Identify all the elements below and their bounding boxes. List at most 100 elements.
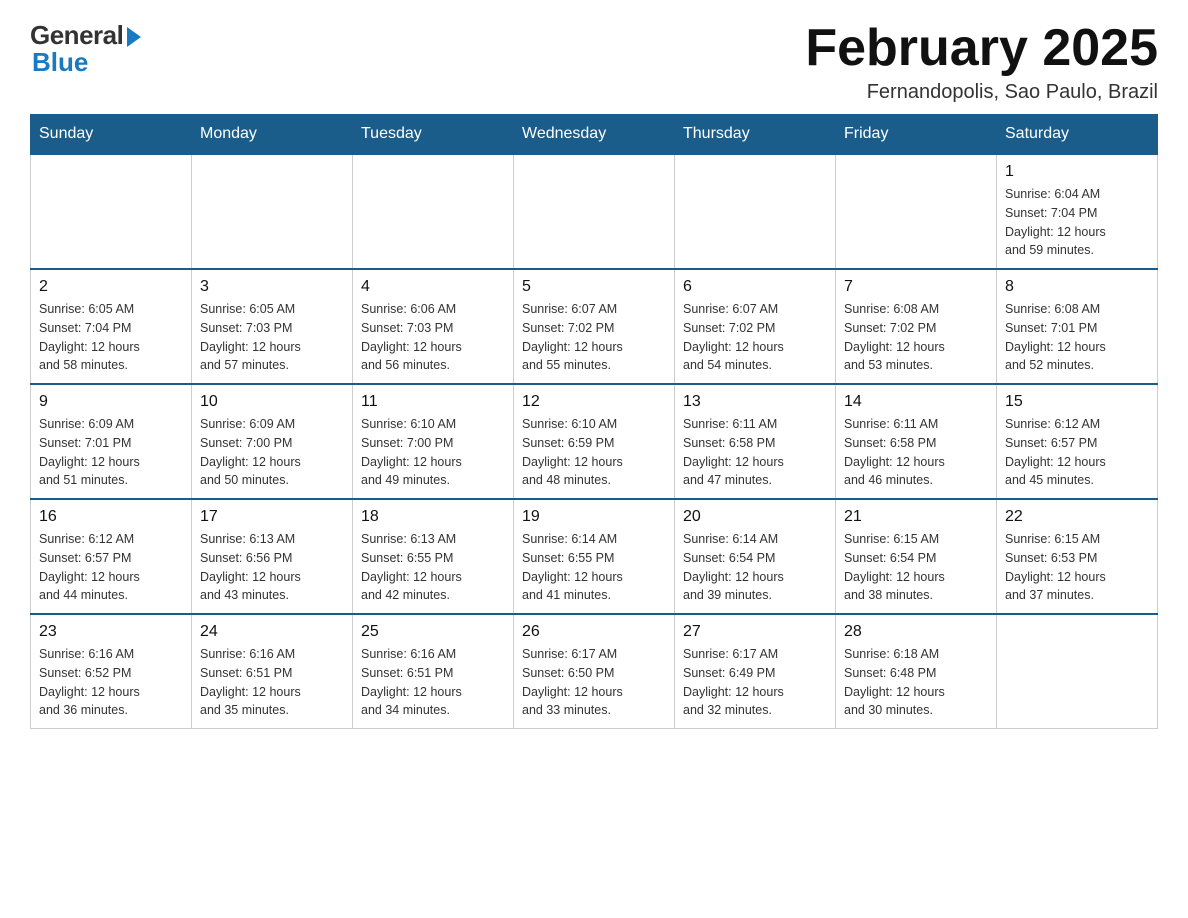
day-info: Sunrise: 6:16 AM Sunset: 6:52 PM Dayligh…: [39, 645, 183, 720]
calendar-cell: 13 Sunrise: 6:11 AM Sunset: 6:58 PM Dayli…: [675, 384, 836, 499]
day-number: 15: [1005, 393, 1149, 411]
calendar-cell: 7 Sunrise: 6:08 AM Sunset: 7:02 PM Daylig…: [836, 269, 997, 384]
day-info: Sunrise: 6:10 AM Sunset: 7:00 PM Dayligh…: [361, 415, 505, 490]
day-info: Sunrise: 6:07 AM Sunset: 7:02 PM Dayligh…: [522, 300, 666, 375]
day-number: 20: [683, 508, 827, 526]
calendar-cell: 9 Sunrise: 6:09 AM Sunset: 7:01 PM Daylig…: [31, 384, 192, 499]
calendar-cell: 11Sunrise: 6:10 AM Sunset: 7:00 PM Dayli…: [353, 384, 514, 499]
day-number: 10: [200, 393, 344, 411]
weekday-header-sunday: Sunday: [31, 115, 192, 155]
calendar-cell: [353, 154, 514, 269]
calendar-cell: 5 Sunrise: 6:07 AM Sunset: 7:02 PM Daylig…: [514, 269, 675, 384]
calendar-cell: 21 Sunrise: 6:15 AM Sunset: 6:54 PM Dayli…: [836, 499, 997, 614]
calendar-cell: [514, 154, 675, 269]
calendar-cell: [997, 614, 1158, 729]
calendar-cell: 17 Sunrise: 6:13 AM Sunset: 6:56 PM Dayli…: [192, 499, 353, 614]
day-number: 4: [361, 278, 505, 296]
day-info: Sunrise: 6:17 AM Sunset: 6:50 PM Dayligh…: [522, 645, 666, 720]
day-number: 12: [522, 393, 666, 411]
weekday-header-wednesday: Wednesday: [514, 115, 675, 155]
day-info: Sunrise: 6:11 AM Sunset: 6:58 PM Dayligh…: [844, 415, 988, 490]
calendar-week-row: 2 Sunrise: 6:05 AM Sunset: 7:04 PM Daylig…: [31, 269, 1158, 384]
day-number: 19: [522, 508, 666, 526]
calendar-cell: 16Sunrise: 6:12 AM Sunset: 6:57 PM Dayli…: [31, 499, 192, 614]
day-number: 13: [683, 393, 827, 411]
day-number: 27: [683, 623, 827, 641]
logo-blue-text: Blue: [32, 47, 88, 78]
day-number: 2: [39, 278, 183, 296]
day-number: 25: [361, 623, 505, 641]
logo: General Blue: [30, 20, 141, 78]
day-number: 21: [844, 508, 988, 526]
calendar-cell: 15 Sunrise: 6:12 AM Sunset: 6:57 PM Dayli…: [997, 384, 1158, 499]
weekday-header-monday: Monday: [192, 115, 353, 155]
day-info: Sunrise: 6:05 AM Sunset: 7:03 PM Dayligh…: [200, 300, 344, 375]
calendar-cell: 4 Sunrise: 6:06 AM Sunset: 7:03 PM Daylig…: [353, 269, 514, 384]
calendar-cell: 19 Sunrise: 6:14 AM Sunset: 6:55 PM Dayli…: [514, 499, 675, 614]
weekday-header-thursday: Thursday: [675, 115, 836, 155]
month-title: February 2025: [805, 20, 1158, 77]
day-info: Sunrise: 6:17 AM Sunset: 6:49 PM Dayligh…: [683, 645, 827, 720]
calendar-cell: 2 Sunrise: 6:05 AM Sunset: 7:04 PM Daylig…: [31, 269, 192, 384]
calendar-cell: [836, 154, 997, 269]
day-info: Sunrise: 6:18 AM Sunset: 6:48 PM Dayligh…: [844, 645, 988, 720]
day-info: Sunrise: 6:15 AM Sunset: 6:53 PM Dayligh…: [1005, 530, 1149, 605]
weekday-header-friday: Friday: [836, 115, 997, 155]
day-info: Sunrise: 6:09 AM Sunset: 7:00 PM Dayligh…: [200, 415, 344, 490]
calendar-week-row: 16Sunrise: 6:12 AM Sunset: 6:57 PM Dayli…: [31, 499, 1158, 614]
calendar-cell: 26Sunrise: 6:17 AM Sunset: 6:50 PM Dayli…: [514, 614, 675, 729]
day-number: 7: [844, 278, 988, 296]
calendar-cell: 8Sunrise: 6:08 AM Sunset: 7:01 PM Daylig…: [997, 269, 1158, 384]
calendar-cell: 22 Sunrise: 6:15 AM Sunset: 6:53 PM Dayli…: [997, 499, 1158, 614]
day-number: 22: [1005, 508, 1149, 526]
page-header: General Blue February 2025 Fernandopolis…: [30, 20, 1158, 104]
day-info: Sunrise: 6:05 AM Sunset: 7:04 PM Dayligh…: [39, 300, 183, 375]
calendar-header-row: SundayMondayTuesdayWednesdayThursdayFrid…: [31, 115, 1158, 155]
day-info: Sunrise: 6:16 AM Sunset: 6:51 PM Dayligh…: [361, 645, 505, 720]
calendar-cell: 18Sunrise: 6:13 AM Sunset: 6:55 PM Dayli…: [353, 499, 514, 614]
day-number: 23: [39, 623, 183, 641]
day-number: 6: [683, 278, 827, 296]
calendar-cell: [675, 154, 836, 269]
day-number: 1: [1005, 163, 1149, 181]
day-info: Sunrise: 6:11 AM Sunset: 6:58 PM Dayligh…: [683, 415, 827, 490]
day-info: Sunrise: 6:06 AM Sunset: 7:03 PM Dayligh…: [361, 300, 505, 375]
calendar-cell: 10 Sunrise: 6:09 AM Sunset: 7:00 PM Dayli…: [192, 384, 353, 499]
day-info: Sunrise: 6:08 AM Sunset: 7:02 PM Dayligh…: [844, 300, 988, 375]
location-text: Fernandopolis, Sao Paulo, Brazil: [805, 81, 1158, 104]
day-info: Sunrise: 6:15 AM Sunset: 6:54 PM Dayligh…: [844, 530, 988, 605]
calendar-week-row: 9 Sunrise: 6:09 AM Sunset: 7:01 PM Daylig…: [31, 384, 1158, 499]
day-number: 3: [200, 278, 344, 296]
day-info: Sunrise: 6:13 AM Sunset: 6:55 PM Dayligh…: [361, 530, 505, 605]
calendar-week-row: 23 Sunrise: 6:16 AM Sunset: 6:52 PM Dayli…: [31, 614, 1158, 729]
weekday-header-tuesday: Tuesday: [353, 115, 514, 155]
calendar-cell: [31, 154, 192, 269]
calendar-table: SundayMondayTuesdayWednesdayThursdayFrid…: [30, 114, 1158, 729]
day-info: Sunrise: 6:07 AM Sunset: 7:02 PM Dayligh…: [683, 300, 827, 375]
day-number: 24: [200, 623, 344, 641]
day-number: 16: [39, 508, 183, 526]
title-block: February 2025 Fernandopolis, Sao Paulo, …: [805, 20, 1158, 104]
day-info: Sunrise: 6:16 AM Sunset: 6:51 PM Dayligh…: [200, 645, 344, 720]
day-number: 17: [200, 508, 344, 526]
day-number: 5: [522, 278, 666, 296]
day-info: Sunrise: 6:12 AM Sunset: 6:57 PM Dayligh…: [1005, 415, 1149, 490]
calendar-cell: 25 Sunrise: 6:16 AM Sunset: 6:51 PM Dayli…: [353, 614, 514, 729]
day-info: Sunrise: 6:09 AM Sunset: 7:01 PM Dayligh…: [39, 415, 183, 490]
calendar-cell: 23 Sunrise: 6:16 AM Sunset: 6:52 PM Dayli…: [31, 614, 192, 729]
calendar-cell: 12Sunrise: 6:10 AM Sunset: 6:59 PM Dayli…: [514, 384, 675, 499]
calendar-cell: 27 Sunrise: 6:17 AM Sunset: 6:49 PM Dayli…: [675, 614, 836, 729]
calendar-cell: 1 Sunrise: 6:04 AM Sunset: 7:04 PM Daylig…: [997, 154, 1158, 269]
day-number: 9: [39, 393, 183, 411]
weekday-header-saturday: Saturday: [997, 115, 1158, 155]
day-number: 28: [844, 623, 988, 641]
calendar-cell: 6 Sunrise: 6:07 AM Sunset: 7:02 PM Daylig…: [675, 269, 836, 384]
calendar-cell: 28 Sunrise: 6:18 AM Sunset: 6:48 PM Dayli…: [836, 614, 997, 729]
day-info: Sunrise: 6:14 AM Sunset: 6:55 PM Dayligh…: [522, 530, 666, 605]
day-info: Sunrise: 6:04 AM Sunset: 7:04 PM Dayligh…: [1005, 185, 1149, 260]
calendar-cell: 20Sunrise: 6:14 AM Sunset: 6:54 PM Dayli…: [675, 499, 836, 614]
day-number: 14: [844, 393, 988, 411]
day-info: Sunrise: 6:13 AM Sunset: 6:56 PM Dayligh…: [200, 530, 344, 605]
calendar-cell: [192, 154, 353, 269]
day-number: 8: [1005, 278, 1149, 296]
